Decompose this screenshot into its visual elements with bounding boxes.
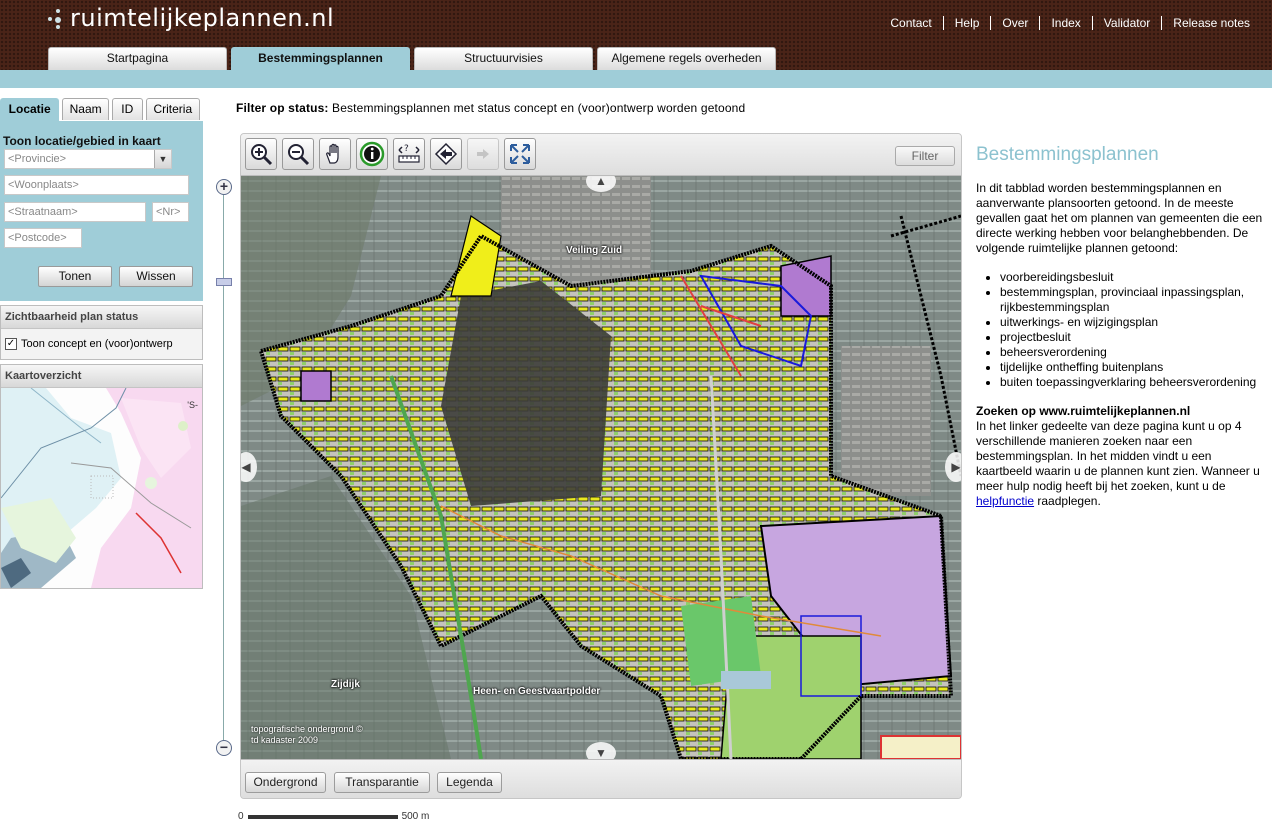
zoom-slider-handle[interactable]	[216, 278, 232, 286]
zoom-out-button[interactable]: −	[216, 740, 232, 756]
concept-checkbox-label[interactable]: Toon concept en (voor)ontwerp	[21, 338, 173, 350]
chevron-down-icon[interactable]: ▼	[154, 150, 171, 168]
tab-locatie[interactable]: Locatie	[0, 98, 60, 121]
help-link[interactable]: helpfunctie	[976, 494, 1034, 508]
nav-link-validator[interactable]: Validator	[1091, 16, 1161, 30]
search-help-title: Zoeken op www.ruimtelijkeplannen.nl	[976, 404, 1191, 418]
overview-map[interactable]: 'S-	[1, 388, 202, 588]
status-filter-label: Filter op status:	[236, 101, 329, 115]
pan-east-icon[interactable]: ▶	[945, 452, 961, 482]
overview-map-title: Kaartoverzicht	[1, 365, 202, 388]
ondergrond-button[interactable]: Ondergrond	[245, 772, 326, 793]
info-icon[interactable]	[356, 138, 388, 170]
map-toolbar: ? Filter	[241, 134, 961, 176]
list-item: bestemmingsplan, provinciaal inpassingsp…	[1000, 285, 1270, 315]
search-help-end: raadplegen.	[1037, 494, 1101, 508]
list-item: beheersverordening	[1000, 345, 1270, 360]
pan-south-icon[interactable]: ▼	[586, 742, 616, 759]
svg-text:?: ?	[404, 144, 409, 154]
overview-corner-label: 'S-	[187, 400, 198, 410]
map-canvas[interactable]: Veiling Zuid Zijdijk Heen- en Geestvaart…	[241, 176, 961, 759]
status-visibility-body: ✓ Toon concept en (voor)ontwerp	[1, 329, 202, 359]
nav-link-contact[interactable]: Contact	[879, 16, 942, 30]
measure-icon[interactable]: ?	[393, 138, 425, 170]
location-search-title: Toon locatie/gebied in kaart	[3, 134, 161, 148]
info-panel: Bestemmingsplannen In dit tabblad worden…	[976, 144, 1270, 509]
zoom-out-icon[interactable]	[282, 138, 314, 170]
wissen-button[interactable]: Wissen	[119, 266, 193, 287]
full-extent-icon[interactable]	[504, 138, 536, 170]
status-filter-text: Bestemmingsplannen met status concept en…	[332, 101, 746, 115]
huisnummer-input[interactable]: <Nr>	[152, 202, 189, 222]
map-bottom-bar: Ondergrond Transparantie Legenda	[241, 759, 961, 798]
zoom-slider[interactable]: + −	[214, 178, 234, 758]
zoom-in-button[interactable]: +	[216, 179, 232, 195]
tab-algemene-regels[interactable]: Algemene regels overheden	[597, 47, 776, 70]
woonplaats-input[interactable]: <Woonplaats>	[4, 175, 189, 195]
next-extent-icon[interactable]	[467, 138, 499, 170]
status-visibility-box: Zichtbaarheid plan status ✓ Toon concept…	[0, 305, 203, 360]
straatnaam-input[interactable]: <Straatnaam>	[4, 202, 146, 222]
top-navigation: Contact Help Over Index Validator Releas…	[879, 16, 1261, 30]
tab-bestemmingsplannen[interactable]: Bestemmingsplannen	[231, 47, 410, 70]
tonen-button[interactable]: Tonen	[38, 266, 112, 287]
logo-text: ruimtelijkeplannen.nl	[70, 4, 335, 32]
overview-map-box: Kaartoverzicht 'S-	[0, 364, 203, 589]
zoom-in-icon[interactable]	[245, 138, 277, 170]
logo-dots-icon	[46, 5, 68, 31]
location-search-box: Toon locatie/gebied in kaart <Provincie>…	[0, 121, 203, 301]
nav-link-release-notes[interactable]: Release notes	[1161, 16, 1261, 30]
map-copyright-line-1: topografische ondergrond ©	[251, 724, 363, 734]
search-help-body: In het linker gedeelte van deze pagina k…	[976, 419, 1260, 493]
map-filter-button[interactable]: Filter	[895, 146, 955, 166]
provincie-placeholder: <Provincie>	[8, 153, 67, 165]
search-help-text: In het linker gedeelte van deze pagina k…	[976, 419, 1270, 509]
info-title: Bestemmingsplannen	[976, 144, 1159, 165]
pan-hand-icon[interactable]	[319, 138, 351, 170]
overview-map-graphic	[1, 388, 202, 588]
transparantie-button[interactable]: Transparantie	[334, 772, 430, 793]
tab-id[interactable]: ID	[111, 98, 143, 120]
nav-link-help[interactable]: Help	[942, 16, 991, 30]
search-tabs: Locatie Naam ID Criteria	[0, 98, 203, 121]
info-intro: In dit tabblad worden bestemmingsplannen…	[976, 181, 1263, 255]
map-label-heen-geestvaartpolder: Heen- en Geestvaartpolder	[473, 686, 601, 697]
tab-structuurvisies[interactable]: Structuurvisies	[414, 47, 593, 70]
zoom-slider-track	[223, 188, 224, 748]
scale-bar: 0 500 m	[238, 811, 429, 822]
map-frame: ? Filter Veiling Zuid Zijdijk Heen- en G…	[240, 133, 962, 799]
postcode-input[interactable]: <Postcode>	[4, 228, 82, 248]
main-tabs: Startpagina Bestemmingsplannen Structuur…	[48, 47, 780, 70]
tab-criteria[interactable]: Criteria	[145, 98, 200, 120]
scale-bar-line	[247, 814, 398, 819]
status-visibility-title: Zichtbaarheid plan status	[1, 306, 202, 329]
list-item: tijdelijke ontheffing buitenplans	[1000, 360, 1270, 375]
legenda-button[interactable]: Legenda	[437, 772, 502, 793]
tab-startpagina[interactable]: Startpagina	[48, 47, 227, 70]
header-band	[0, 70, 1272, 88]
list-item: buiten toepassingverklaring beheersveror…	[1000, 375, 1270, 390]
list-item: voorbereidingsbesluit	[1000, 270, 1270, 285]
provincie-select[interactable]: <Provincie> ▼	[4, 149, 172, 169]
map-graphic	[241, 176, 961, 759]
status-filter-line: Filter op status: Bestemmingsplannen met…	[236, 101, 745, 115]
plan-type-list: voorbereidingsbesluit bestemmingsplan, p…	[1000, 270, 1270, 390]
scale-end-label: 500 m	[401, 811, 430, 822]
nav-link-index[interactable]: Index	[1039, 16, 1091, 30]
nav-link-over[interactable]: Over	[990, 16, 1039, 30]
map-copyright-line-2: td kadaster 2009	[251, 735, 319, 745]
previous-extent-icon[interactable]	[430, 138, 462, 170]
site-logo[interactable]: ruimtelijkeplannen.nl	[46, 4, 334, 32]
map-label-veiling-zuid: Veiling Zuid	[566, 245, 623, 256]
site-header: ruimtelijkeplannen.nl Contact Help Over …	[0, 0, 1272, 70]
scale-start-label: 0	[238, 811, 244, 822]
tab-naam[interactable]: Naam	[62, 98, 109, 120]
list-item: projectbesluit	[1000, 330, 1270, 345]
map-label-zijdijk: Zijdijk	[331, 679, 360, 690]
list-item: uitwerkings- en wijzigingsplan	[1000, 315, 1270, 330]
left-panel: Locatie Naam ID Criteria Toon locatie/ge…	[0, 98, 203, 589]
map-copyright: topografische ondergrond © td kadaster 2…	[251, 724, 363, 746]
concept-checkbox[interactable]: ✓	[5, 338, 17, 350]
